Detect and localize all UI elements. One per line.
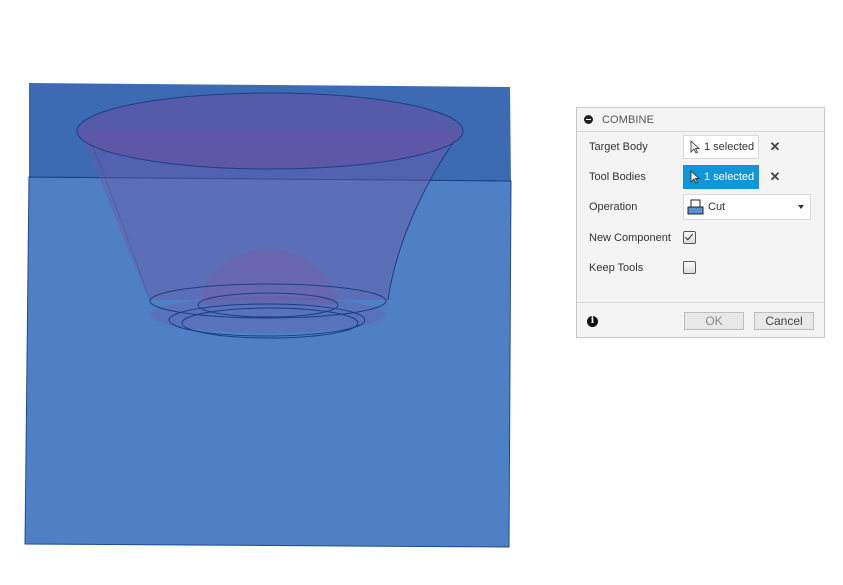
tool-body-top-ellipse[interactable] (76, 92, 464, 170)
info-icon[interactable]: i (587, 316, 598, 327)
new-component-row: New Component (589, 231, 696, 244)
tool-bodies-value: 1 selected (704, 171, 755, 183)
operation-value: Cut (708, 201, 726, 213)
combine-dialog: COMBINE Target Body 1 selected ✕ Tool Bo… (576, 107, 825, 338)
cut-operation-icon (687, 199, 704, 215)
operation-dropdown[interactable]: Cut (683, 194, 811, 220)
cursor-arrow-icon (690, 140, 700, 154)
clear-target-body-button[interactable]: ✕ (769, 139, 781, 155)
cancel-button[interactable]: Cancel (754, 312, 814, 330)
tool-bodies-selector[interactable]: 1 selected (683, 165, 759, 189)
target-body-selector[interactable]: 1 selected (683, 135, 759, 159)
keep-tools-label: Keep Tools (589, 261, 644, 274)
keep-tools-checkbox[interactable] (683, 261, 696, 274)
dialog-title: COMBINE (602, 113, 655, 126)
clear-tool-bodies-button[interactable]: ✕ (769, 169, 781, 185)
ok-button[interactable]: OK (684, 312, 744, 330)
new-component-label: New Component (589, 231, 671, 244)
dialog-header[interactable]: COMBINE (577, 108, 824, 132)
tool-bodies-label: Tool Bodies (589, 171, 646, 183)
target-body-value: 1 selected (704, 141, 755, 153)
chevron-down-icon (798, 205, 804, 209)
footer-divider (577, 302, 824, 303)
operation-row: Operation Cut (589, 194, 811, 220)
tool-bodies-row: Tool Bodies 1 selected ✕ (589, 165, 781, 189)
target-body-row: Target Body 1 selected ✕ (589, 135, 781, 159)
cursor-arrow-icon (690, 170, 700, 184)
collapse-icon[interactable] (584, 115, 593, 124)
target-body-label: Target Body (589, 141, 648, 153)
new-component-checkbox[interactable] (683, 231, 696, 244)
operation-label: Operation (589, 201, 638, 213)
keep-tools-row: Keep Tools (589, 261, 696, 274)
